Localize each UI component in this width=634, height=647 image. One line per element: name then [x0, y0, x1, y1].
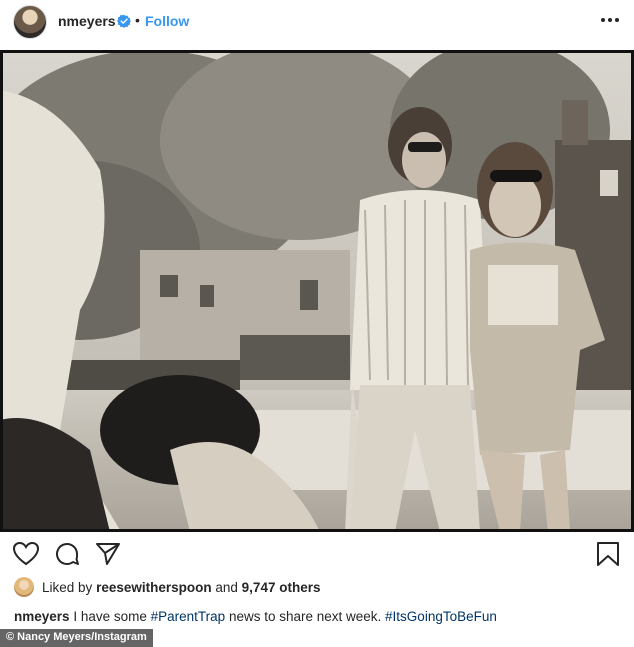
liked-by-username[interactable]: reesewitherspoon [96, 580, 212, 595]
follow-button[interactable]: Follow [145, 13, 189, 29]
separator-dot: • [135, 12, 140, 28]
caption-text-1: I have some [73, 609, 147, 624]
hashtag-parenttrap[interactable]: #ParentTrap [151, 609, 226, 624]
verified-badge-icon [117, 14, 131, 28]
photo-credit: © Nancy Meyers/Instagram [0, 629, 153, 647]
share-icon[interactable] [94, 540, 122, 568]
photo-image [0, 50, 634, 532]
likes-text: Liked by reesewitherspoon and 9,747 othe… [42, 580, 320, 595]
caption-username[interactable]: nmeyers [14, 609, 70, 624]
hashtag-itsgoingtobefun[interactable]: #ItsGoingToBeFun [385, 609, 497, 624]
post-caption: nmeyers I have some #ParentTrap news to … [14, 609, 624, 624]
username[interactable]: nmeyers [58, 13, 116, 29]
post-photo[interactable] [0, 50, 634, 532]
bookmark-icon[interactable] [594, 540, 622, 568]
likes-prefix: Liked by [42, 580, 93, 595]
likes-and: and [215, 580, 238, 595]
profile-avatar[interactable] [13, 5, 47, 39]
heart-icon[interactable] [12, 540, 40, 568]
action-bar [0, 540, 634, 568]
liker-avatar[interactable] [14, 577, 34, 597]
more-options-icon[interactable] [600, 10, 620, 30]
post-header: nmeyers • Follow [0, 0, 634, 46]
caption-text-2: news to share next week. [228, 609, 382, 624]
comment-icon[interactable] [53, 540, 81, 568]
likes-count[interactable]: 9,747 others [242, 580, 321, 595]
likes-row: Liked by reesewitherspoon and 9,747 othe… [14, 575, 614, 597]
